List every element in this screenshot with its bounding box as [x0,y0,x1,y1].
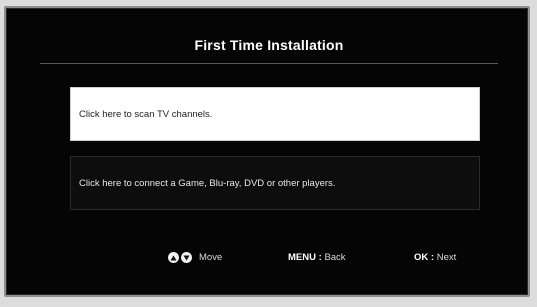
help-bar: Move MENU : Back OK : Next [6,252,528,268]
next-hint: OK : Next [414,252,456,263]
next-separator: : [428,252,437,263]
tv-screen: First Time Installation Click here to sc… [4,6,530,297]
next-action-label: Next [436,252,457,263]
back-hint: MENU : Back [288,252,346,263]
down-arrow-icon [181,252,192,263]
title-bar: First Time Installation [40,26,498,64]
scan-channels-option[interactable]: Click here to scan TV channels. [70,87,480,141]
move-hint: Move [168,252,222,263]
scan-channels-label: Click here to scan TV channels. [79,108,213,120]
dialog-title: First Time Installation [194,36,344,53]
connect-devices-label: Click here to connect a Game, Blu-ray, D… [79,177,336,189]
connect-devices-option[interactable]: Click here to connect a Game, Blu-ray, D… [70,156,480,210]
move-label: Move [199,252,223,263]
ok-key-label: OK [414,252,429,263]
back-action-label: Back [324,252,346,263]
menu-key-label: MENU [288,252,316,263]
up-arrow-icon [168,252,179,263]
